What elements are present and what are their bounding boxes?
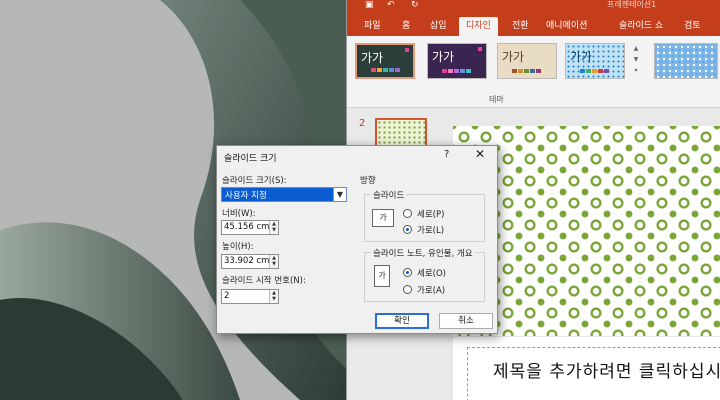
theme-thumbnail[interactable]: 가가 xyxy=(497,43,557,79)
tab-animations[interactable]: 애니메이션 xyxy=(539,17,594,36)
height-label: 높이(H): xyxy=(222,242,254,252)
title-bar: ▣ ↶ ↻ 프레젠테이션1 xyxy=(347,0,720,14)
theme-group-label: 테마 xyxy=(489,95,504,104)
theme-thumbnail[interactable]: 가가 xyxy=(355,43,415,79)
start-number-value: 2 xyxy=(224,291,230,301)
slide-size-value: 사용자 지정 xyxy=(225,191,267,201)
tab-file[interactable]: 파일 xyxy=(357,17,388,36)
theme-label: 가가 xyxy=(361,51,384,65)
chevron-down-icon[interactable]: ▼ xyxy=(634,56,639,63)
portrait-icon: 가 xyxy=(374,265,390,287)
slide-number: 2 xyxy=(359,118,366,129)
slide-size-dialog: 슬라이드 크기 ? ✕ 슬라이드 크기(S): 사용자 지정 ▼ 너비(W): … xyxy=(216,145,498,334)
slide-size-select[interactable]: 사용자 지정 ▼ xyxy=(221,187,347,202)
tab-review[interactable]: 검토 xyxy=(677,17,708,36)
variant-thumbnail[interactable] xyxy=(654,43,718,79)
undo-icon[interactable]: ↶ xyxy=(387,0,395,10)
notes-portrait-label[interactable]: 세로(O) xyxy=(417,267,446,279)
start-number-label: 슬라이드 시작 번호(N): xyxy=(222,276,306,286)
slide-thumbnail[interactable] xyxy=(375,118,427,148)
spin-arrows-icon[interactable]: ▲ ▼ xyxy=(269,255,278,268)
start-number-input[interactable]: 2 ▲ ▼ xyxy=(221,289,279,304)
spin-arrows-icon[interactable]: ▲ ▼ xyxy=(269,221,278,234)
slides-landscape-label[interactable]: 가로(L) xyxy=(417,224,444,236)
orientation-label: 방향 xyxy=(360,176,376,186)
theme-colors xyxy=(512,69,541,73)
landscape-icon: 가 xyxy=(372,209,394,227)
redo-icon[interactable]: ↻ xyxy=(411,0,419,10)
window-title: 프레젠테이션1 xyxy=(607,0,657,9)
tab-slideshow[interactable]: 슬라이드 쇼 xyxy=(612,17,670,36)
theme-thumbnail[interactable]: 가가 xyxy=(565,43,625,79)
ok-button[interactable]: 확인 xyxy=(375,313,429,329)
notes-landscape-label[interactable]: 가로(A) xyxy=(417,284,445,296)
save-icon[interactable]: ▣ xyxy=(365,0,374,10)
theme-colors xyxy=(442,69,471,73)
theme-label: 가가 xyxy=(432,50,455,64)
slides-portrait-radio[interactable] xyxy=(403,209,412,218)
design-ribbon: 가가 가가 가가 가가 ▲ ▼ ▾ 테마 xyxy=(347,36,720,108)
notes-landscape-radio[interactable] xyxy=(403,285,412,294)
theme-label: 가가 xyxy=(570,50,593,64)
width-value: 45.156 cm xyxy=(224,222,270,232)
slide-size-label: 슬라이드 크기(S): xyxy=(222,176,287,186)
dialog-title: 슬라이드 크기 xyxy=(224,154,277,164)
theme-colors xyxy=(580,69,609,73)
next-slide-canvas[interactable]: 제목을 추가하려면 클릭하십시오 xyxy=(453,337,720,400)
width-input[interactable]: 45.156 cm ▲ ▼ xyxy=(221,220,279,235)
chevron-up-icon[interactable]: ▲ xyxy=(634,45,639,52)
height-input[interactable]: 33.902 cm ▲ ▼ xyxy=(221,254,279,269)
spin-arrows-icon[interactable]: ▲ ▼ xyxy=(269,290,278,303)
more-icon[interactable]: ▾ xyxy=(634,67,637,74)
ribbon-tabs: 파일 홈 삽입 디자인 전환 애니메이션 슬라이드 쇼 검토 xyxy=(347,14,720,36)
theme-colors xyxy=(371,68,400,72)
notes-group-label: 슬라이드 노트, 유인물, 개요 xyxy=(371,247,475,259)
slides-landscape-radio[interactable] xyxy=(403,225,412,234)
slide-title[interactable]: 제목을 추가하려면 클릭하십시오 xyxy=(493,357,720,382)
theme-accent xyxy=(405,48,409,52)
tab-transitions[interactable]: 전환 xyxy=(505,17,536,36)
tab-design[interactable]: 디자인 xyxy=(459,17,498,36)
height-value: 33.902 cm xyxy=(224,256,270,266)
slides-group-label: 슬라이드 xyxy=(371,189,407,201)
slides-orientation-group: 슬라이드 가 세로(P) 가로(L) xyxy=(364,189,485,242)
cancel-button[interactable]: 취소 xyxy=(439,313,493,329)
gallery-scroll[interactable]: ▲ ▼ ▾ xyxy=(631,43,641,79)
tab-home[interactable]: 홈 xyxy=(395,17,417,36)
help-button[interactable]: ? xyxy=(444,149,449,160)
slides-portrait-label[interactable]: 세로(P) xyxy=(417,208,444,220)
close-button[interactable]: ✕ xyxy=(475,147,485,161)
width-label: 너비(W): xyxy=(222,209,256,219)
theme-label: 가가 xyxy=(502,50,525,64)
chevron-down-icon[interactable]: ▼ xyxy=(333,188,346,201)
notes-portrait-radio[interactable] xyxy=(403,268,412,277)
theme-accent xyxy=(478,47,482,51)
theme-thumbnail[interactable]: 가가 xyxy=(427,43,487,79)
tab-insert[interactable]: 삽입 xyxy=(423,17,454,36)
notes-orientation-group: 슬라이드 노트, 유인물, 개요 가 세로(O) 가로(A) xyxy=(364,247,485,302)
